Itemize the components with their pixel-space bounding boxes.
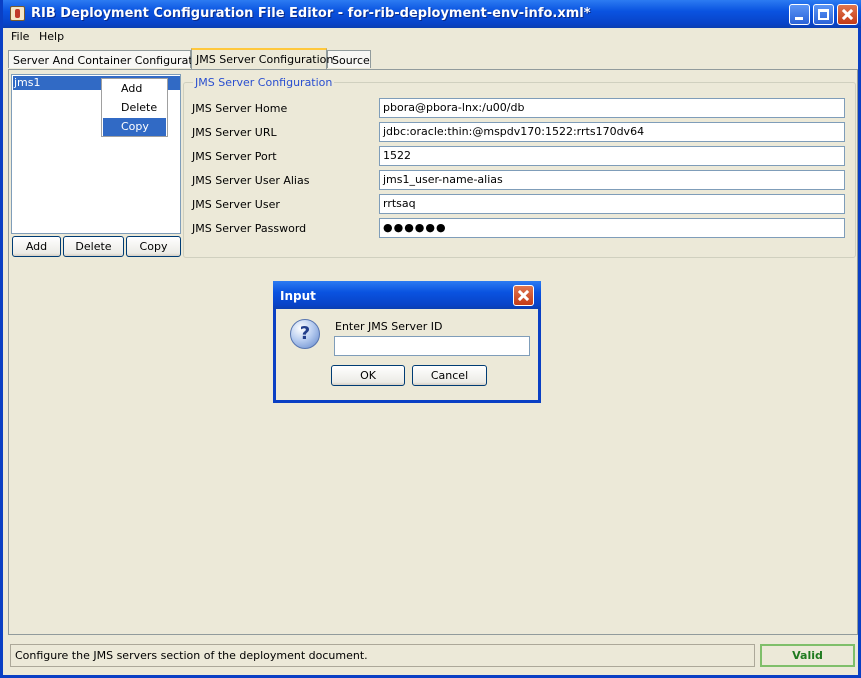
menu-bar: File Help [3,28,858,46]
label-jms-server-user-alias: JMS Server User Alias [192,174,310,187]
context-menu-add[interactable]: Add [103,80,166,98]
delete-server-button[interactable]: Delete [63,236,124,257]
jms-server-user-alias-field[interactable]: jms1_user-name-alias [379,170,845,190]
server-id-input[interactable] [334,336,530,356]
label-jms-server-port: JMS Server Port [192,150,277,163]
title-bar[interactable]: RIB Deployment Configuration File Editor… [3,0,861,28]
dialog-title-bar[interactable]: Input [273,281,541,309]
context-menu-copy[interactable]: Copy [103,118,166,136]
close-icon [514,286,533,305]
dialog-close-button[interactable] [513,285,534,306]
copy-server-button[interactable]: Copy [126,236,181,257]
minimize-icon [795,17,803,20]
jms-server-home-field[interactable]: pbora@pbora-lnx:/u00/db [379,98,845,118]
jms-server-port-field[interactable]: 1522 [379,146,845,166]
tab-jms-server-configuration[interactable]: JMS Server Configuration [191,48,333,69]
question-icon: ? [290,319,320,349]
maximize-icon [818,9,829,20]
minimize-button[interactable] [789,4,810,25]
tab-server-and-container[interactable]: Server And Container Configuration [8,50,209,68]
cancel-button[interactable]: Cancel [412,365,487,386]
jms-server-url-field[interactable]: jdbc:oracle:thin:@mspdv170:1522:rrts170d… [379,122,845,142]
status-bar: Configure the JMS servers section of the… [10,644,755,667]
add-server-button[interactable]: Add [12,236,61,257]
validity-indicator: Valid [760,644,855,667]
window-title: RIB Deployment Configuration File Editor… [31,6,591,21]
menu-help[interactable]: Help [39,30,64,43]
context-menu: Add Delete Copy [101,78,168,137]
ok-button[interactable]: OK [331,365,405,386]
menu-file[interactable]: File [11,30,29,43]
tab-source[interactable]: Source [327,50,371,68]
label-jms-server-url: JMS Server URL [192,126,277,139]
label-jms-server-home: JMS Server Home [192,102,288,115]
section-title: JMS Server Configuration [193,76,335,89]
dialog-title: Input [280,289,316,303]
label-jms-server-user: JMS Server User [192,198,280,211]
jms-server-user-field[interactable]: rrtsaq [379,194,845,214]
java-app-icon [10,6,25,21]
input-dialog: Input ? Enter JMS Server ID OK Cancel [273,281,541,403]
maximize-button[interactable] [813,4,834,25]
jms-server-password-field[interactable]: ●●●●●● [379,218,845,238]
close-icon [838,5,857,24]
context-menu-delete[interactable]: Delete [103,99,166,117]
close-button[interactable] [837,4,858,25]
dialog-prompt: Enter JMS Server ID [335,320,443,333]
label-jms-server-password: JMS Server Password [192,222,307,235]
